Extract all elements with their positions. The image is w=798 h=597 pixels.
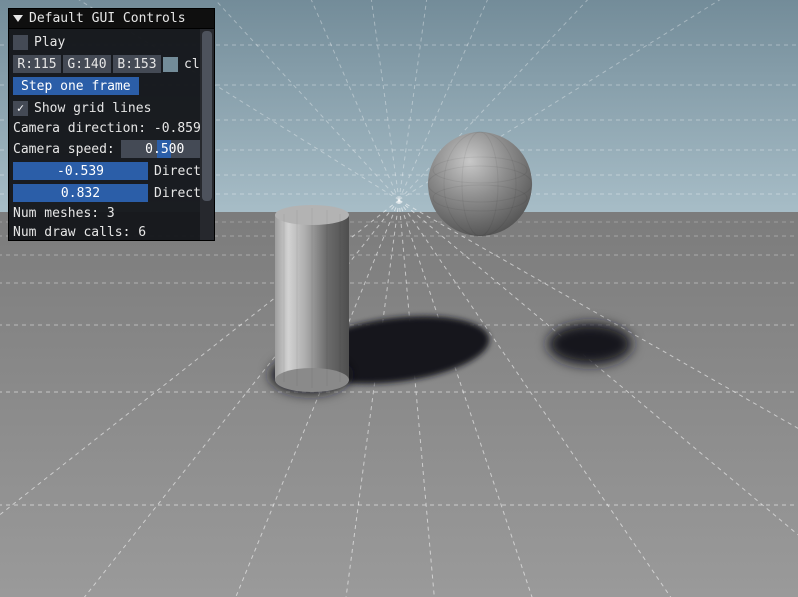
- direction-0-value: -0.539: [57, 164, 104, 179]
- camera-direction-text: Camera direction: -0.8593,: [13, 121, 210, 136]
- panel-scrollbar-thumb[interactable]: [202, 31, 212, 201]
- cylinder-mesh: [275, 205, 349, 392]
- num-meshes-text: Num meshes: 3: [13, 206, 210, 221]
- viewport[interactable]: Default GUI Controls Play R:115 G:140 B:…: [0, 0, 798, 597]
- show-grid-label: Show grid lines: [34, 101, 151, 116]
- clear-color-g[interactable]: G:140: [63, 55, 111, 73]
- clear-color-swatch[interactable]: [163, 57, 178, 72]
- clear-color-r[interactable]: R:115: [13, 55, 61, 73]
- collapse-arrow-icon[interactable]: [13, 15, 23, 22]
- direction-0-drag[interactable]: -0.539: [13, 162, 148, 180]
- sphere-mesh: [428, 132, 532, 236]
- camera-speed-slider[interactable]: 0.500: [121, 140, 209, 158]
- direction-1-value: 0.832: [61, 186, 100, 201]
- show-grid-checkbox[interactable]: [13, 101, 28, 116]
- num-draw-calls-text: Num draw calls: 6: [13, 225, 210, 240]
- gui-controls-panel[interactable]: Default GUI Controls Play R:115 G:140 B:…: [8, 8, 215, 241]
- panel-titlebar[interactable]: Default GUI Controls: [9, 9, 214, 29]
- direction-1-drag[interactable]: 0.832: [13, 184, 148, 202]
- play-checkbox[interactable]: [13, 35, 28, 50]
- panel-title: Default GUI Controls: [29, 11, 186, 26]
- camera-speed-label: Camera speed:: [13, 142, 115, 157]
- camera-speed-value: 0.500: [121, 140, 209, 158]
- step-one-frame-button[interactable]: Step one frame: [13, 77, 139, 95]
- play-label: Play: [34, 35, 65, 50]
- panel-scrollbar[interactable]: [200, 29, 214, 240]
- clear-color-b[interactable]: B:153: [113, 55, 161, 73]
